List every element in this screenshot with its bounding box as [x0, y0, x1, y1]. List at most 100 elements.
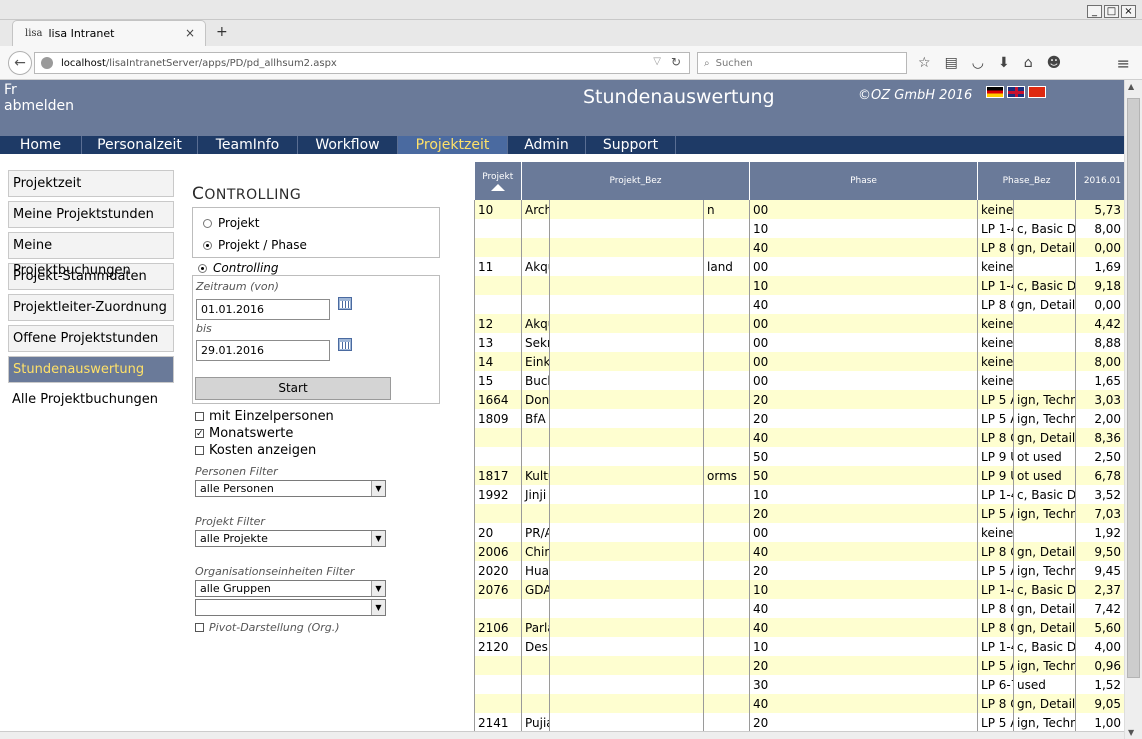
tab-close-icon[interactable]: ×	[185, 26, 195, 40]
nav-projektzeit[interactable]: Projektzeit	[398, 136, 508, 154]
chinese-flag-icon[interactable]	[1028, 86, 1046, 98]
nav-personalzeit[interactable]: Personalzeit	[82, 136, 198, 154]
radio-controlling[interactable]: Controlling	[198, 261, 279, 275]
copyright-text: ©OZ GmbH 2016	[858, 88, 973, 103]
cell-phase: 00	[749, 371, 978, 390]
table-row[interactable]: 40LP 8 Cgn, Detaile0,00	[474, 295, 1124, 314]
table-row[interactable]: 2076GDA 10LP 1-4c, Basic De2,37	[474, 580, 1124, 599]
calendar-icon[interactable]	[338, 338, 352, 351]
table-row[interactable]: 1664Dona 20LP 5 Aign, Techn3,03	[474, 390, 1124, 409]
pocket-icon[interactable]: ◡	[972, 55, 984, 71]
table-row[interactable]: 14 Eink 00 keine 8,00	[474, 352, 1124, 371]
cell-projekt-bez-tail	[702, 314, 750, 333]
sidebar-item-alle-projektbuchungen[interactable]: Alle Projektbuchungen	[8, 387, 174, 414]
table-row[interactable]: 15Buch 00keine 1,65	[474, 371, 1124, 390]
chat-icon[interactable]: ☻	[1047, 55, 1062, 71]
table-row[interactable]: 2106Parla 40LP 8 Cgn, Detaile5,60	[474, 618, 1124, 637]
english-flag-icon[interactable]	[1007, 86, 1025, 98]
table-row[interactable]: 50LP 9 Üot used2,50	[474, 447, 1124, 466]
sidebar-item-projektzeit[interactable]: Projektzeit	[8, 170, 174, 197]
hamburger-menu-icon[interactable]: ≡	[1117, 54, 1130, 73]
table-row[interactable]: 10 Arch n 00 keine 5,73	[474, 200, 1124, 219]
back-arrow-icon[interactable]: ←	[8, 51, 32, 75]
date-to-input[interactable]: 29.01.2016	[196, 340, 330, 361]
table-row[interactable]: 2006Chin 40LP 8 Cgn, Detaile9,50	[474, 542, 1124, 561]
table-row[interactable]: 1992Jinji 10LP 1-4c, Basic De3,52	[474, 485, 1124, 504]
cell-phase-bez: LP 8 C	[977, 295, 1014, 314]
nav-support[interactable]: Support	[586, 136, 676, 154]
sidebar-item-stundenauswertung[interactable]: Stundenauswertung	[8, 356, 174, 383]
table-row[interactable]: 40LP 8 Cgn, Detaile7,42	[474, 599, 1124, 618]
minimize-icon[interactable]: _	[1087, 5, 1102, 18]
projekt-filter-select[interactable]: alle Projekte ▼	[195, 530, 386, 547]
table-row[interactable]: 11Akqu land00keine 1,69	[474, 257, 1124, 276]
org-filter-select-2[interactable]: ▼	[195, 599, 386, 616]
browser-tab[interactable]: lisa lisa Intranet ×	[12, 20, 206, 46]
col-header-phase[interactable]: Phase	[749, 162, 979, 200]
table-row[interactable]: 20PR/A 00keine 1,92	[474, 523, 1124, 542]
table-row[interactable]: 30LP 6-7used1,52	[474, 675, 1124, 694]
table-row[interactable]: 10LP 1-4c, Basic De8,00	[474, 219, 1124, 238]
table-row[interactable]: 40LP 8 Cgn, Detaile8,36	[474, 428, 1124, 447]
checkbox-kosten[interactable]: Kosten anzeigen	[195, 443, 316, 458]
cell-phase-bez: LP 1-4	[977, 485, 1014, 504]
nav-home[interactable]: Home	[0, 136, 82, 154]
scrollbar-thumb[interactable]	[1127, 98, 1140, 678]
horizontal-scrollbar[interactable]	[0, 731, 1124, 739]
reading-list-icon[interactable]: ▤	[945, 55, 958, 71]
bookmark-star-icon[interactable]: ☆	[918, 55, 931, 71]
new-tab-button[interactable]: +	[216, 24, 228, 40]
start-button[interactable]: Start	[195, 377, 391, 400]
table-row[interactable]: 12Akqu 00keine 4,42	[474, 314, 1124, 333]
table-row[interactable]: 2120Desi 10LP 1-4c, Basic De4,00	[474, 637, 1124, 656]
url-bar[interactable]: localhost /lisaIntranetServer/apps/PD/pd…	[34, 52, 690, 74]
table-row[interactable]: 13 Sekr 00 keine 8,88	[474, 333, 1124, 352]
cell-phase-bez-tail: ign, Techn	[1013, 656, 1076, 675]
maximize-icon[interactable]: □	[1104, 5, 1119, 18]
sidebar-item-offene-projektstunden[interactable]: Offene Projektstunden	[8, 325, 174, 352]
nav-workflow[interactable]: Workflow	[298, 136, 398, 154]
app-header: Fr abmelden Stundenauswertung ©OZ GmbH 2…	[0, 80, 1124, 136]
download-icon[interactable]: ⬇	[998, 55, 1010, 71]
table-row[interactable]: 10LP 1-4c, Basic De9,18	[474, 276, 1124, 295]
col-header-month[interactable]: 2016.01	[1075, 162, 1124, 200]
table-row[interactable]: 40LP 8 Cgn, Detaile9,05	[474, 694, 1124, 713]
col-header-projekt-bez[interactable]: Projekt_Bez	[521, 162, 751, 200]
german-flag-icon[interactable]	[986, 86, 1004, 98]
org-filter-select[interactable]: alle Gruppen ▼	[195, 580, 386, 597]
logout-link[interactable]: abmelden	[4, 98, 74, 114]
cell-projekt-bez	[521, 295, 550, 314]
table-row[interactable]: 1809BfA E 20LP 5 Aign, Techn2,00	[474, 409, 1124, 428]
nav-admin[interactable]: Admin	[508, 136, 586, 154]
sidebar-item-meine-projektstunden[interactable]: Meine Projektstunden	[8, 201, 174, 228]
table-row[interactable]: 20LP 5 Aign, Techn7,03	[474, 504, 1124, 523]
table-row[interactable]: 2141Pujia 20LP 5 Aign, Techn1,00	[474, 713, 1124, 732]
sidebar-item-projekt-stammdaten[interactable]: Projekt-Stammdaten	[8, 263, 174, 290]
date-from-input[interactable]: 01.01.2016	[196, 299, 330, 320]
close-window-icon[interactable]: ×	[1121, 5, 1136, 18]
browser-tabbar: lisa lisa Intranet × +	[0, 20, 1142, 46]
vertical-scrollbar[interactable]: ▲ ▼	[1124, 80, 1142, 739]
col-header-projekt[interactable]: Projekt	[474, 162, 522, 200]
calendar-icon[interactable]	[338, 297, 352, 310]
nav-teaminfo[interactable]: TeamInfo	[198, 136, 298, 154]
table-row[interactable]: 40LP 8 Cgn, Detaile0,00	[474, 238, 1124, 257]
table-row[interactable]: 20LP 5 Aign, Techn0,96	[474, 656, 1124, 675]
checkbox-pivot[interactable]: Pivot-Darstellung (Org.)	[195, 621, 340, 634]
reload-icon[interactable]: ↻	[671, 55, 681, 69]
col-header-phase-bez[interactable]: Phase_Bez	[977, 162, 1077, 200]
radio-projekt-phase[interactable]: Projekt / Phase	[203, 238, 307, 252]
checkbox-monatswerte[interactable]: ✓ Monatswerte	[195, 426, 293, 441]
checkbox-einzelpersonen[interactable]: mit Einzelpersonen	[195, 409, 334, 424]
scroll-down-icon[interactable]: ▼	[1128, 728, 1134, 737]
radio-projekt[interactable]: Projekt	[203, 216, 259, 230]
table-row[interactable]: 2020Hua 20LP 5 Aign, Techn9,45	[474, 561, 1124, 580]
sidebar-item-meine-projektbuchungen[interactable]: Meine Projektbuchungen	[8, 232, 174, 278]
scroll-up-icon[interactable]: ▲	[1128, 82, 1134, 91]
sidebar-item-projektleiter-zuordnung[interactable]: Projektleiter-Zuordnung	[8, 294, 174, 321]
browser-search-input[interactable]: ⌕ Suchen	[697, 52, 907, 74]
url-dropdown-icon[interactable]: ▽	[653, 56, 661, 67]
table-row[interactable]: 1817Kultu orms50LP 9 Üot used6,78	[474, 466, 1124, 485]
home-icon[interactable]: ⌂	[1024, 55, 1033, 71]
personen-filter-select[interactable]: alle Personen ▼	[195, 480, 386, 497]
